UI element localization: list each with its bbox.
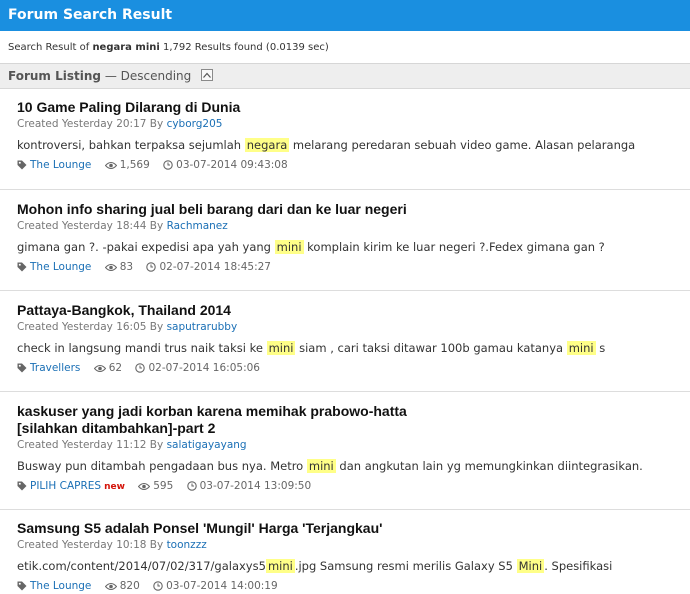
clock-icon	[153, 581, 163, 591]
thread-title-link[interactable]: 10 Game Paling Dilarang di Dunia	[17, 99, 690, 116]
thread-date: 03-07-2014 14:00:19	[166, 580, 278, 592]
page-title: Forum Search Result	[8, 7, 173, 23]
listing-order: — Descending	[104, 69, 192, 83]
summary-prefix: Search Result of	[8, 42, 93, 53]
summary-count: 1,792 Results found (0.0139 sec)	[159, 42, 329, 53]
thread-item: 10 Game Paling Dilarang di Dunia Created…	[0, 90, 690, 190]
sort-toggle-button[interactable]	[201, 69, 214, 81]
thread-item: Pattaya-Bangkok, Thailand 2014 Created Y…	[0, 292, 690, 392]
listing-title: Forum Listing	[8, 69, 101, 83]
snippet-text: Busway pun ditambah pengadaan bus nya. M…	[17, 459, 307, 473]
thread-snippet: etik.com/content/2014/07/02/317/galaxys5…	[17, 557, 690, 575]
thread-item: Samsung S5 adalah Ponsel 'Mungil' Harga …	[0, 511, 690, 594]
created-label: Created Yesterday 11:12 By	[17, 439, 167, 451]
created-label: Created Yesterday 16:05 By	[17, 321, 167, 333]
thread-date: 02-07-2014 16:05:06	[148, 362, 260, 374]
thread-date: 02-07-2014 18:45:27	[159, 261, 271, 273]
clock-icon	[163, 160, 173, 170]
thread-item: Mohon info sharing jual beli barang dari…	[0, 191, 690, 291]
snippet-text: kontroversi, bahkan terpaksa sejumlah	[17, 138, 245, 152]
highlight: Mini	[516, 559, 545, 573]
snippet-text: etik.com/content/2014/07/02/317/galaxys5	[17, 559, 266, 573]
eye-icon	[104, 264, 117, 271]
tag-icon	[17, 160, 27, 170]
view-count: 62	[108, 362, 123, 374]
thread-date: 03-07-2014 13:09:50	[199, 480, 312, 492]
thread-created: Created Yesterday 11:12 By salatigayayan…	[17, 438, 690, 452]
snippet-text: s	[595, 341, 606, 355]
highlight: mini	[274, 240, 304, 254]
author-link[interactable]: saputrarubby	[167, 321, 238, 333]
thread-date: 03-07-2014 09:43:08	[176, 159, 288, 171]
view-count: 1,569	[119, 159, 150, 171]
eye-icon	[104, 162, 117, 169]
forum-link[interactable]: The Lounge	[30, 261, 91, 273]
forum-listing-bar: Forum Listing — Descending	[0, 64, 690, 89]
created-label: Created Yesterday 20:17 By	[17, 118, 167, 130]
snippet-text: komplain kirim ke luar negeri ?.Fedex gi…	[303, 240, 605, 254]
highlight: mini	[266, 341, 296, 355]
thread-snippet: Busway pun ditambah pengadaan bus nya. M…	[17, 457, 690, 475]
highlight: mini	[306, 459, 336, 473]
thread-created: Created Yesterday 10:18 By toonzzz	[17, 538, 690, 552]
clock-icon	[146, 262, 157, 272]
forum-link[interactable]: The Lounge	[30, 580, 91, 592]
eye-icon	[93, 365, 106, 372]
thread-meta: The Lounge 1,569 03-07-2014 09:43:08	[17, 157, 690, 173]
tag-icon	[17, 481, 27, 491]
author-link[interactable]: toonzzz	[167, 539, 207, 551]
tag-icon	[17, 262, 27, 272]
snippet-text: . Spesifikasi	[544, 559, 613, 573]
search-query: negara mini	[92, 42, 160, 53]
page-header: Forum Search Result	[0, 0, 690, 31]
snippet-text: check in langsung mandi trus naik taksi …	[17, 341, 267, 355]
snippet-text: .jpg Samsung resmi merilis Galaxy S5	[294, 559, 517, 573]
clock-icon	[135, 363, 146, 373]
view-count: 820	[119, 580, 140, 592]
view-count: 595	[153, 480, 174, 492]
thread-meta: The Lounge 820 03-07-2014 14:00:19	[17, 578, 690, 594]
highlight: mini	[265, 559, 295, 573]
thread-snippet: gimana gan ?. -pakai expedisi apa yah ya…	[17, 238, 690, 256]
clock-icon	[186, 481, 197, 491]
author-link[interactable]: salatigayayang	[167, 439, 247, 451]
title-line: [silahkan ditambahkan]-part 2	[17, 420, 216, 436]
eye-icon	[104, 583, 117, 590]
thread-item: kaskuser yang jadi korban karena memihak…	[0, 393, 690, 510]
tag-icon	[17, 581, 27, 591]
thread-snippet: check in langsung mandi trus naik taksi …	[17, 339, 690, 357]
thread-title-link[interactable]: kaskuser yang jadi korban karena memihak…	[17, 403, 690, 437]
snippet-text: dan angkutan lain yg memungkinkan diinte…	[335, 459, 643, 473]
view-count: 83	[119, 261, 134, 273]
thread-title-link[interactable]: Pattaya-Bangkok, Thailand 2014	[17, 302, 690, 319]
thread-created: Created Yesterday 20:17 By cyborg205	[17, 117, 690, 131]
highlight: negara	[244, 138, 290, 152]
author-link[interactable]: cyborg205	[167, 118, 223, 130]
created-label: Created Yesterday 10:18 By	[17, 539, 167, 551]
chevron-up-icon	[203, 72, 212, 78]
thread-meta: Travellers 62 02-07-2014 16:05:06	[17, 360, 690, 376]
snippet-text: melarang peredaran sebuah video game. Al…	[289, 138, 636, 152]
created-label: Created Yesterday 18:44 By	[17, 220, 167, 232]
thread-title-link[interactable]: Mohon info sharing jual beli barang dari…	[17, 201, 690, 218]
title-line: kaskuser yang jadi korban karena memihak…	[17, 403, 407, 419]
eye-icon	[138, 483, 151, 490]
thread-created: Created Yesterday 16:05 By saputrarubby	[17, 320, 690, 334]
thread-created: Created Yesterday 18:44 By Rachmanez	[17, 219, 690, 233]
new-badge: new	[104, 482, 125, 492]
snippet-text: siam , cari taksi ditawar 100b gamau kat…	[295, 341, 567, 355]
thread-title-link[interactable]: Samsung S5 adalah Ponsel 'Mungil' Harga …	[17, 520, 690, 537]
thread-meta: PILIH CAPRES new 595 03-07-2014 13:09:50	[17, 478, 690, 495]
forum-link[interactable]: Travellers	[30, 362, 80, 374]
thread-meta: The Lounge 83 02-07-2014 18:45:27	[17, 259, 690, 275]
forum-link[interactable]: The Lounge	[30, 159, 91, 171]
forum-link[interactable]: PILIH CAPRES	[30, 480, 101, 492]
thread-snippet: kontroversi, bahkan terpaksa sejumlah ne…	[17, 136, 690, 154]
author-link[interactable]: Rachmanez	[167, 220, 228, 232]
tag-icon	[17, 363, 27, 373]
snippet-text: gimana gan ?. -pakai expedisi apa yah ya…	[17, 240, 275, 254]
highlight: mini	[566, 341, 596, 355]
search-summary: Search Result of negara mini 1,792 Resul…	[0, 31, 690, 64]
